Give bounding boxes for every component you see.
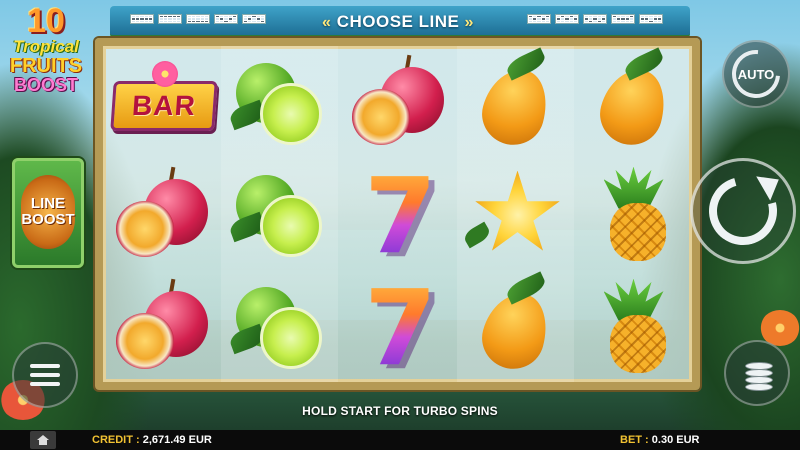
reel-2 <box>221 46 338 382</box>
reel-5 <box>575 46 692 382</box>
reel-frame: BAR 7 7 <box>95 38 700 390</box>
bet-value: 0.30 EUR <box>651 434 700 446</box>
bottom-bar: CREDIT : 2,671.49 EUR BET : 0.30 EUR <box>0 430 800 450</box>
reel-4 <box>457 46 574 382</box>
seven-symbol-text: 7 <box>362 164 440 268</box>
payline-indicator[interactable] <box>527 14 551 24</box>
payline-indicator[interactable] <box>242 14 266 24</box>
payline-indicator[interactable] <box>158 14 182 24</box>
line-boost-label-line2: BOOST <box>21 211 75 228</box>
reel-symbol-bar: BAR <box>103 46 220 158</box>
reel-symbol-passion-fruit <box>103 270 220 382</box>
line-boost-button[interactable]: LINE BOOST <box>12 158 84 268</box>
payline-indicator[interactable] <box>611 14 635 24</box>
chevron-left-icon: « <box>322 14 332 31</box>
autoplay-button[interactable]: AUTO <box>722 40 790 108</box>
bar-symbol: BAR <box>109 80 218 131</box>
reel-symbol-lime <box>221 158 338 270</box>
payline-indicator[interactable] <box>639 14 663 24</box>
credit-display: CREDIT : 2,671.49 EUR <box>92 434 212 446</box>
bar-symbol-text: BAR <box>130 89 197 121</box>
coin-stack-icon <box>726 342 788 404</box>
choose-line-label: CHOOSE LINE <box>336 12 460 31</box>
bet-settings-button[interactable] <box>724 340 790 406</box>
bet-label: BET : <box>620 434 649 446</box>
payline-indicator[interactable] <box>186 14 210 24</box>
reel-symbol-pineapple <box>575 270 692 382</box>
reel-3: 7 7 7 7 <box>339 46 456 384</box>
choose-line-button[interactable]: « CHOOSE LINE » <box>303 12 493 34</box>
hibiscus-icon <box>151 60 178 87</box>
game-logo: 10 Tropical FRUITS BOOST <box>4 4 88 100</box>
credit-label: CREDIT : <box>92 434 140 446</box>
line-boost-label-line1: LINE <box>30 195 66 212</box>
bet-display: BET : 0.30 EUR <box>620 434 700 446</box>
line-boost-badge: LINE BOOST <box>21 175 75 249</box>
reel-symbol-lime <box>221 270 338 382</box>
autoplay-ring-icon <box>722 40 790 108</box>
hamburger-icon <box>30 364 60 368</box>
paylines-right <box>527 14 663 24</box>
reel-symbol-passion-fruit <box>103 158 220 270</box>
turbo-hint-message: HOLD START FOR TURBO SPINS <box>302 404 498 418</box>
payline-indicator[interactable] <box>214 14 238 24</box>
spin-button[interactable] <box>690 158 796 264</box>
paylines-left <box>130 14 266 24</box>
menu-button[interactable] <box>12 342 78 408</box>
reel-symbol-seven: 7 7 <box>339 270 456 384</box>
logo-boost: BOOST <box>13 75 78 95</box>
credit-value: 2,671.49 EUR <box>142 434 212 446</box>
home-icon <box>37 435 49 445</box>
reel-symbol-lime <box>221 46 338 158</box>
logo-fruits: FRUITS <box>9 55 83 77</box>
reel-symbol-star-fruit <box>457 158 574 270</box>
logo-number: 10 <box>27 2 65 40</box>
payline-indicator[interactable] <box>555 14 579 24</box>
home-button[interactable] <box>30 431 56 449</box>
payline-indicator[interactable] <box>583 14 607 24</box>
chevron-right-icon: » <box>464 14 474 31</box>
reel-symbol-mango <box>575 46 692 158</box>
logo-tropical: Tropical <box>13 37 79 56</box>
reel-symbol-seven: 7 7 <box>339 158 456 272</box>
reel-symbol-passion-fruit <box>339 46 456 158</box>
seven-symbol-text: 7 <box>362 276 440 380</box>
reel-symbol-mango <box>457 46 574 158</box>
reel-symbol-pineapple <box>575 158 692 270</box>
reel-symbol-mango <box>457 270 574 382</box>
payline-indicator[interactable] <box>130 14 154 24</box>
reel-1: BAR <box>103 46 220 382</box>
